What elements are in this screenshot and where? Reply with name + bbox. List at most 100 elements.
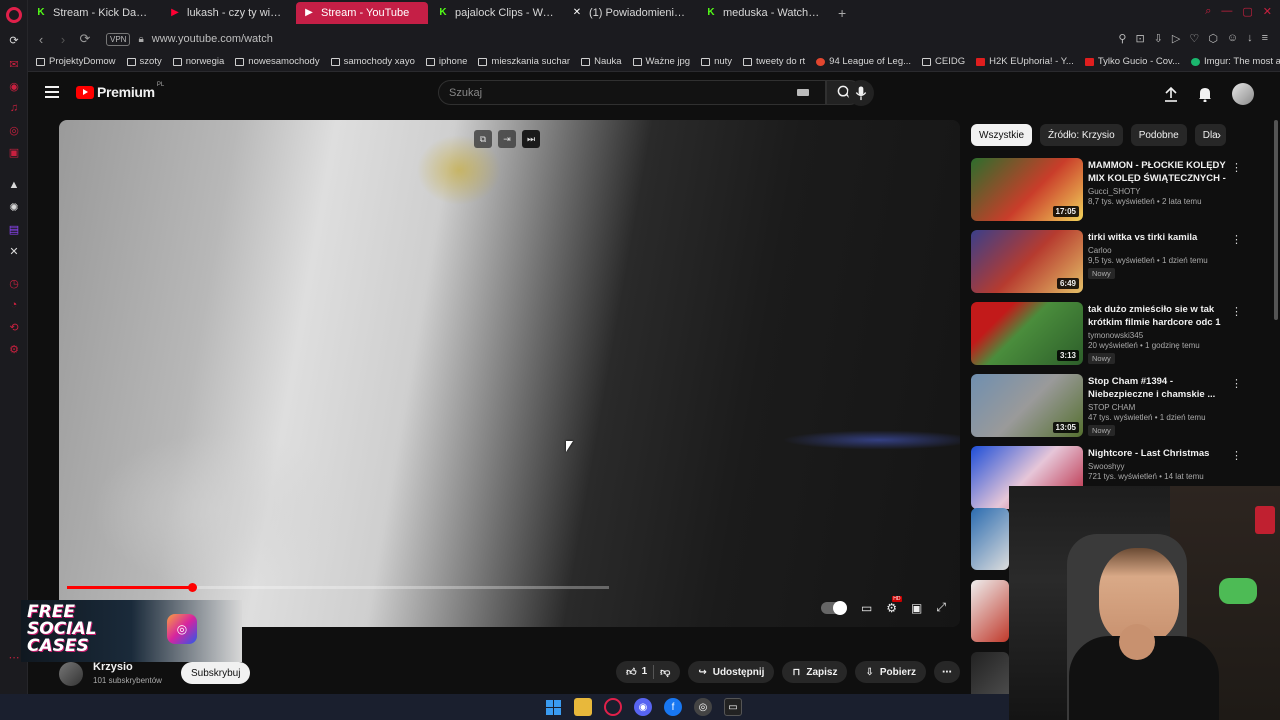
list-item[interactable]: 13:05 Stop Cham #1394 - Niebezpieczne i … <box>971 374 1251 446</box>
play-icon[interactable]: ▷ <box>1172 32 1180 45</box>
video-title[interactable]: tak dużo zmieściło sie w tak krótkim fil… <box>1088 303 1228 329</box>
mail-icon[interactable]: ▣ <box>7 145 21 159</box>
chatgpt-icon[interactable]: ✺ <box>7 200 21 214</box>
opera-taskbar-icon[interactable] <box>604 698 622 716</box>
bookmark-nuty[interactable]: nuty <box>701 56 732 67</box>
bookmark-iphone[interactable]: iphone <box>425 56 467 67</box>
windows-start-icon[interactable] <box>544 698 562 716</box>
bookmark-league-of-legends[interactable]: 94 League of Leg... <box>816 56 911 67</box>
video-title[interactable]: Nightcore - Last Christmas <box>1088 447 1228 460</box>
forward-icon[interactable]: › <box>54 32 72 47</box>
kebab-menu-icon[interactable]: ⋮ <box>1231 449 1242 462</box>
kebab-menu-icon[interactable]: ⋮ <box>1231 305 1242 318</box>
instagram-icon[interactable]: ◎ <box>7 123 21 137</box>
minimize-icon[interactable]: — <box>1221 5 1232 18</box>
bookmark-ceidg[interactable]: CEIDG <box>922 56 965 67</box>
more-actions-button[interactable]: ⋯ <box>934 661 960 683</box>
download-page-icon[interactable]: ⇩ <box>1154 32 1163 45</box>
bookmark-tylko-gucio[interactable]: Tylko Gucio - Cov... <box>1084 56 1180 67</box>
facebook-icon[interactable]: f <box>664 698 682 716</box>
bookmark-projektydomow[interactable]: ProjektyDomow <box>36 56 116 67</box>
extensions-sidebar-icon[interactable]: ⟲ <box>7 320 21 334</box>
exit-icon[interactable]: ⇥ <box>498 130 516 148</box>
progress-scrubber[interactable] <box>187 583 197 592</box>
bookmark-mieszkania-suchar[interactable]: mieszkania suchar <box>478 56 570 67</box>
refresh-sidebar-icon[interactable]: ⟳ <box>7 33 21 47</box>
video-channel[interactable]: tymonowski345 <box>1088 331 1228 340</box>
terminal-icon[interactable]: ▭ <box>724 698 742 716</box>
tab-lukash[interactable]: ▶lukash - czy ty wiesz spe <box>162 2 294 24</box>
search-input[interactable] <box>439 81 769 104</box>
video-thumbnail[interactable]: 3:13 <box>971 302 1083 365</box>
profile-icon[interactable]: ☺ <box>1227 32 1238 45</box>
subtitles-icon[interactable]: ▭ <box>861 601 872 615</box>
share-button[interactable]: ↪ Udostępnij <box>688 661 775 683</box>
extensions-icon[interactable]: ⬡ <box>1208 32 1218 45</box>
twitch-icon[interactable]: ▤ <box>7 222 21 236</box>
video-channel[interactable]: STOP CHAM <box>1088 403 1228 412</box>
list-item[interactable]: 3:13 tak dużo zmieściło sie w tak krótki… <box>971 302 1251 374</box>
list-item[interactable]: 17:05 MAMMON - PŁOCKIE KOLĘDY MIX KOLĘD … <box>971 158 1251 230</box>
voice-search-button[interactable] <box>848 80 874 106</box>
search-tabs-icon[interactable]: ⌕ <box>1205 5 1211 18</box>
video-title[interactable]: tirki witka vs tirki kamila <box>1088 231 1228 244</box>
skip-icon[interactable]: ⏭ <box>522 130 540 148</box>
bookmark-nauka[interactable]: Nauka <box>581 56 622 67</box>
download-button[interactable]: ⇩ Pobierz <box>855 661 926 683</box>
opera-logo-icon[interactable] <box>6 7 22 23</box>
chip-similar[interactable]: Podobne <box>1130 124 1187 146</box>
close-icon[interactable]: ✕ <box>1263 5 1272 18</box>
new-tab-icon[interactable]: + <box>838 5 846 21</box>
kebab-menu-icon[interactable]: ⋮ <box>1231 377 1242 390</box>
bookmark-imgur[interactable]: Imgur: The most a... <box>1191 56 1280 67</box>
chip-source[interactable]: Źródło: Krzysio <box>1040 124 1123 146</box>
chip-all[interactable]: Wszystkie <box>971 124 1032 146</box>
messenger-icon[interactable]: ✉ <box>7 57 21 71</box>
fullscreen-icon[interactable]: ⤢ <box>936 600 946 615</box>
video-player[interactable]: ⧉ ⇥ ⏭ ▭ ⚙ HD ▣ ⤢ <box>59 120 960 627</box>
video-channel[interactable]: Gucci_SHOTY <box>1088 187 1228 196</box>
bookmark-tweety-do-rt[interactable]: tweety do rt <box>743 56 805 67</box>
video-thumbnail[interactable] <box>971 580 1009 642</box>
video-thumbnail[interactable]: 17:05 <box>971 158 1083 221</box>
url-field[interactable]: www.youtube.com/watch <box>152 33 273 45</box>
dislike-button[interactable]: 👎︎ <box>660 666 670 678</box>
theater-mode-icon[interactable]: ▣ <box>911 601 922 615</box>
video-title[interactable]: Stop Cham #1394 - Niebezpieczne i chamsk… <box>1088 375 1228 401</box>
tab-stream-youtube[interactable]: ▶ Stream - YouTube <box>296 2 428 24</box>
downloads-icon[interactable]: ↓ <box>1247 32 1253 45</box>
settings-gear-icon[interactable]: ⚙ HD <box>886 595 902 615</box>
snapshot-icon[interactable]: ⊡ <box>1135 32 1144 45</box>
bookmark-samochody-xayo[interactable]: samochody xayo <box>330 56 415 67</box>
tab-pajalock-clips[interactable]: Kpajalock Clips - Watch Li <box>430 2 562 24</box>
tab-meduska-clips[interactable]: Kmeduska - Watch clips on <box>698 2 830 24</box>
arrow-up-icon[interactable]: ▲ <box>7 178 21 192</box>
reload-icon[interactable]: ⟳ <box>76 31 94 47</box>
x-icon[interactable]: ✕ <box>7 244 21 258</box>
bookmark-norwegia[interactable]: norwegia <box>172 56 224 67</box>
more-sidebar-icon[interactable]: ⋯ <box>7 650 21 664</box>
bookmark-wazne-jpg[interactable]: Ważne jpg <box>632 56 690 67</box>
save-button[interactable]: ⊓ Zapisz <box>782 661 848 683</box>
subscribe-button[interactable]: Subskrybuj <box>181 662 251 684</box>
maximize-icon[interactable]: ▢ <box>1242 5 1252 18</box>
video-frame[interactable] <box>59 120 960 627</box>
picture-in-picture-icon[interactable]: ⧉ <box>474 130 492 148</box>
kebab-menu-icon[interactable]: ⋮ <box>1231 161 1242 174</box>
bookmark-h2k[interactable]: H2K EUphoria! - Y... <box>976 56 1074 67</box>
gamepad-icon[interactable]: ◉ <box>7 79 21 93</box>
progress-bar[interactable] <box>67 583 609 592</box>
settings-sidebar-icon[interactable]: ⚙ <box>7 342 21 356</box>
video-title[interactable]: MAMMON - PŁOCKIE KOLĘDY MIX KOLĘD ŚWIĄTE… <box>1088 159 1228 185</box>
list-item[interactable]: 6:49 tirki witka vs tirki kamila Carloo … <box>971 230 1251 302</box>
notifications-bell-icon[interactable] <box>1198 86 1212 102</box>
video-channel[interactable]: Carloo <box>1088 246 1228 255</box>
bookmark-nowesamochody[interactable]: nowesamochody <box>235 56 320 67</box>
easy-setup-icon[interactable]: ≡ <box>1262 32 1268 45</box>
obs-icon[interactable]: ◎ <box>694 698 712 716</box>
channel-avatar[interactable] <box>59 662 83 686</box>
chip-for-you[interactable]: Dla <box>1194 124 1226 146</box>
lock-icon[interactable]: 🔒︎ <box>138 34 143 45</box>
tab-kick-dashboard[interactable]: KStream - Kick Dashboard <box>28 2 160 24</box>
video-thumbnail[interactable] <box>971 508 1009 570</box>
